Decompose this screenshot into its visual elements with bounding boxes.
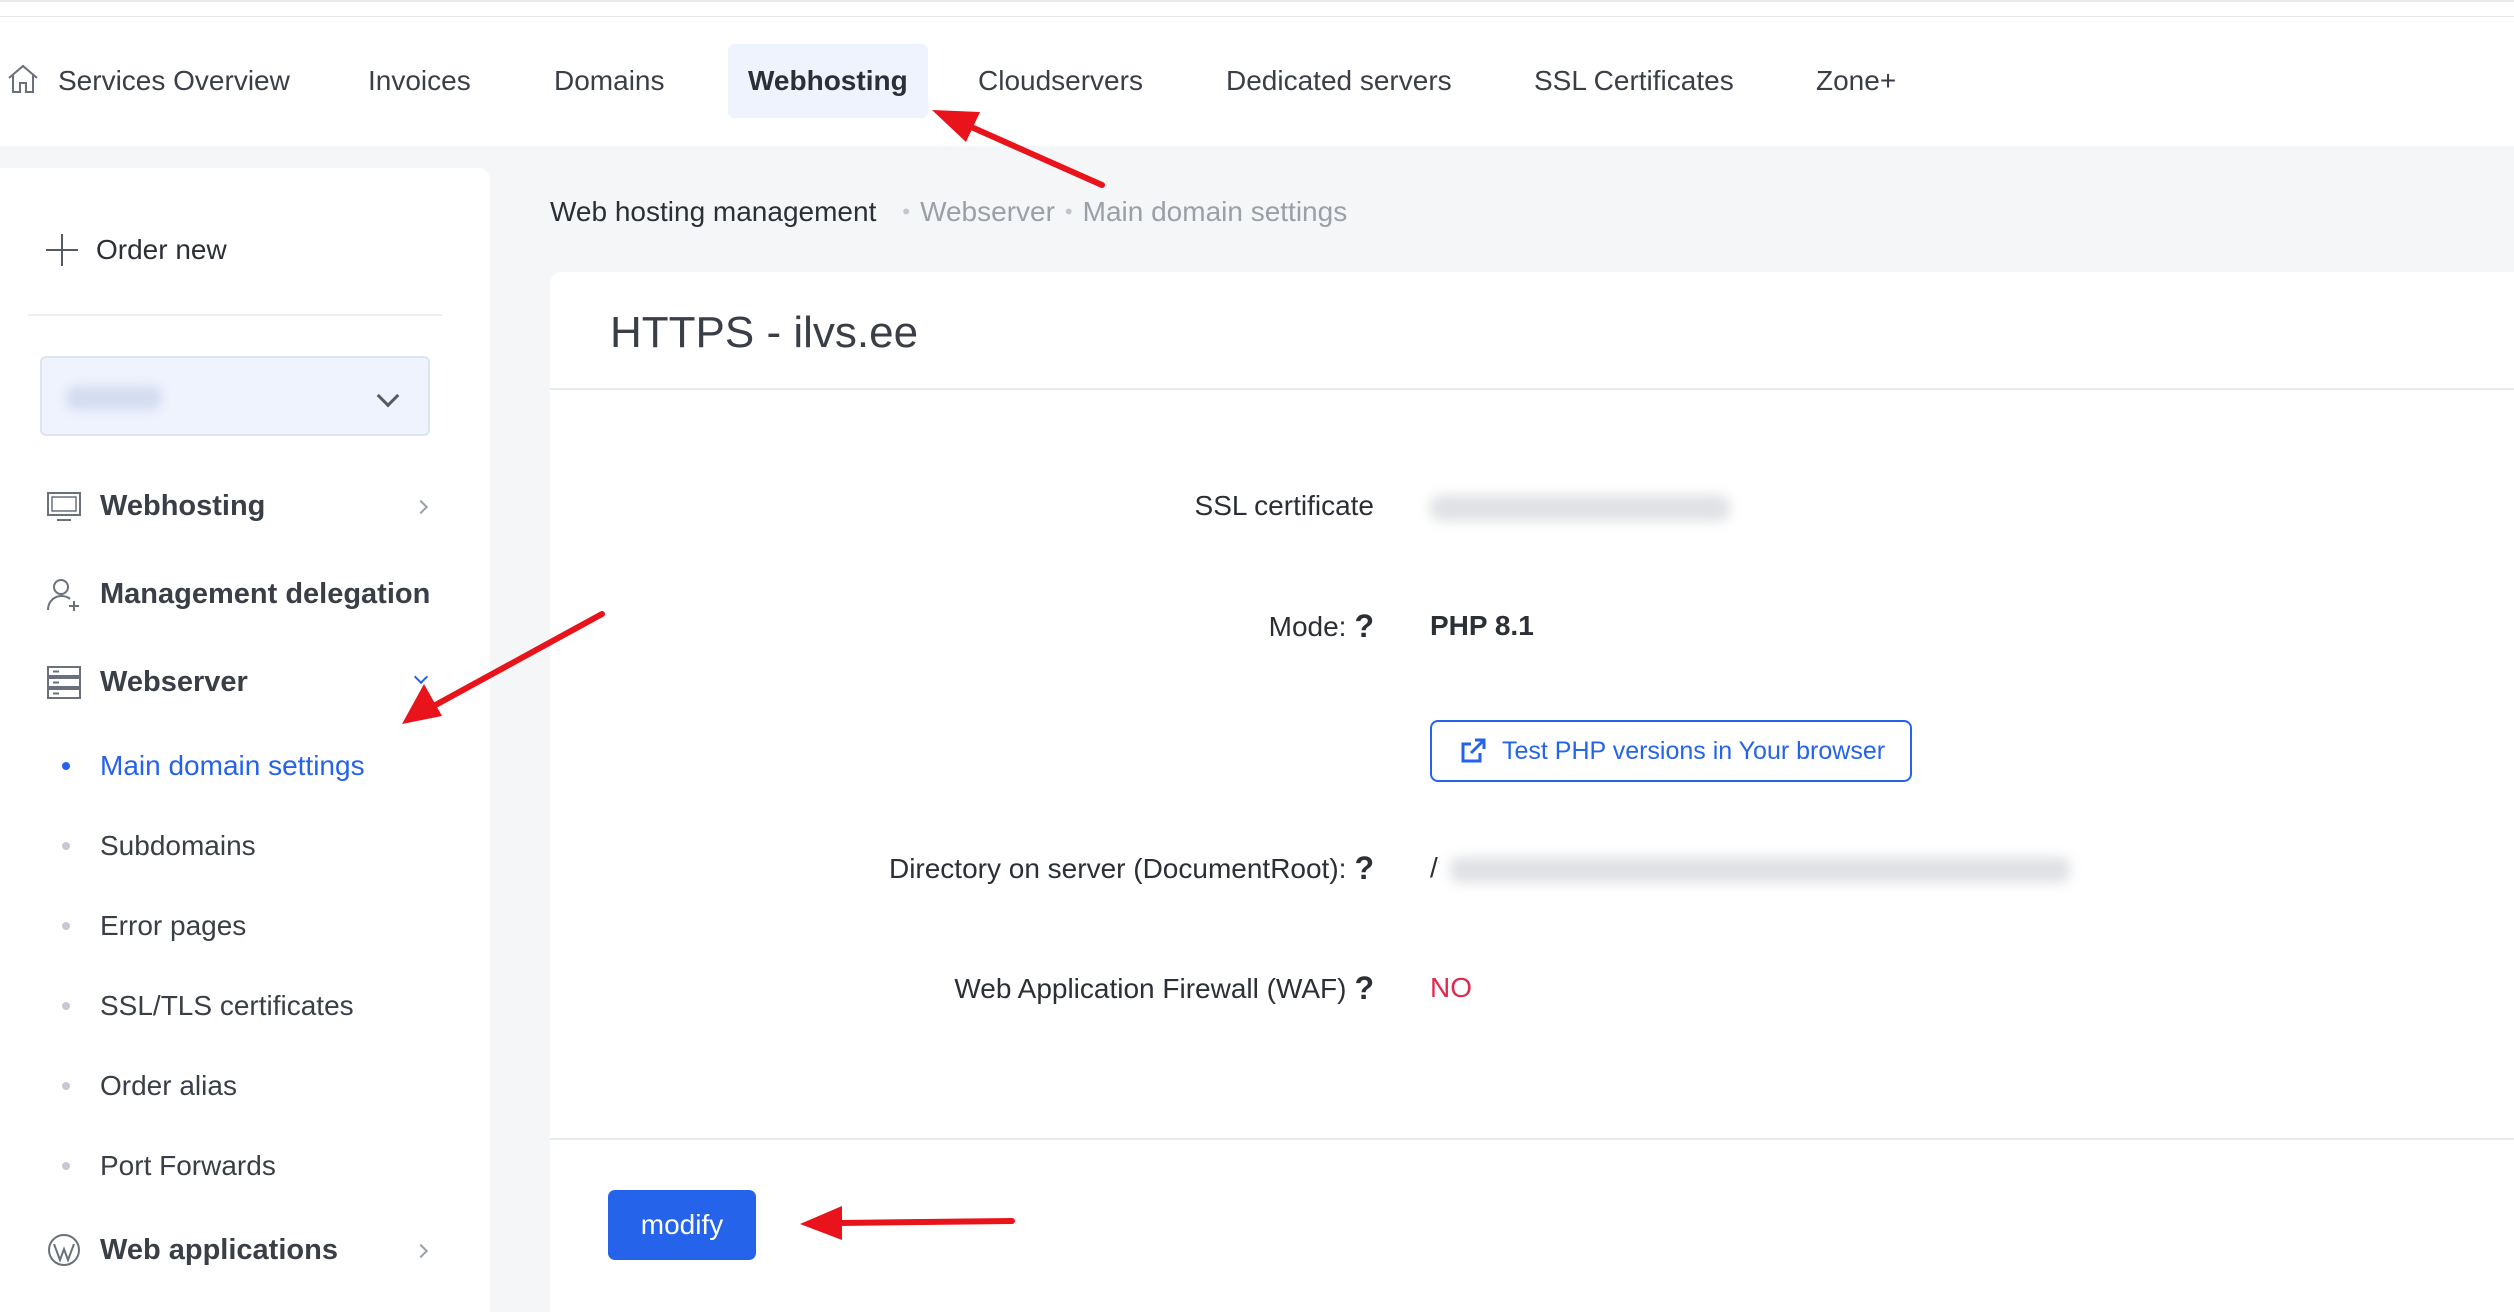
bullet-icon bbox=[62, 762, 70, 770]
bullet-icon bbox=[62, 842, 70, 850]
ssl-certificate-label: SSL certificate bbox=[1194, 490, 1374, 521]
server-icon bbox=[47, 666, 81, 699]
nav-services-overview[interactable]: Services Overview bbox=[38, 44, 310, 118]
help-icon[interactable]: ? bbox=[1354, 970, 1374, 1007]
document-root-label: Directory on server (DocumentRoot): ? bbox=[888, 850, 1374, 887]
sidebar: Order new Webhosting Management delegati… bbox=[0, 168, 490, 1312]
sidebar-item-management-delegation[interactable]: Management delegation bbox=[44, 570, 430, 618]
bullet-icon bbox=[62, 922, 70, 930]
mode-label: Mode: ? bbox=[1268, 608, 1374, 645]
sidebar-item-label: Management delegation bbox=[100, 577, 431, 610]
nav-cloudservers[interactable]: Cloudservers bbox=[958, 44, 1163, 118]
breadcrumb-separator: • bbox=[902, 199, 911, 224]
sidebar-item-webserver[interactable]: Webserver bbox=[44, 658, 248, 706]
settings-card: HTTPS - ilvs.ee SSL certificate Mode: ? … bbox=[550, 272, 2514, 1312]
monitor-icon bbox=[47, 492, 81, 521]
sidebar-divider bbox=[28, 314, 442, 316]
submenu-item-ssl-tls-certificates[interactable]: SSL/TLS certificates bbox=[62, 984, 354, 1028]
submenu-item-label: Port Forwards bbox=[100, 1150, 276, 1181]
page-title: HTTPS - ilvs.ee bbox=[610, 308, 919, 357]
submenu-item-label: Subdomains bbox=[100, 830, 256, 861]
sidebar-item-web-applications[interactable]: Web applications bbox=[44, 1226, 338, 1274]
submenu-item-label: Main domain settings bbox=[100, 750, 365, 781]
waf-label: Web Application Firewall (WAF) ? bbox=[954, 970, 1374, 1007]
bullet-icon bbox=[62, 1162, 70, 1170]
submenu-item-main-domain-settings[interactable]: Main domain settings bbox=[62, 744, 365, 788]
submenu-item-label: Error pages bbox=[100, 910, 247, 941]
sidebar-item-label: Webserver bbox=[100, 665, 248, 698]
submenu-item-order-alias[interactable]: Order alias bbox=[62, 1064, 237, 1108]
mode-value: PHP 8.1 bbox=[1430, 610, 1534, 641]
external-link-icon bbox=[1461, 738, 1486, 763]
ssl-certificate-redacted bbox=[1430, 494, 1730, 521]
submenu-item-label: SSL/TLS certificates bbox=[100, 990, 354, 1021]
top-divider bbox=[0, 16, 2514, 17]
submenu-item-label: Order alias bbox=[100, 1070, 237, 1101]
card-divider bbox=[550, 1138, 2514, 1140]
chevron-down-icon bbox=[376, 384, 400, 408]
selector-value-redacted bbox=[66, 386, 162, 410]
home-icon[interactable] bbox=[6, 62, 40, 96]
chevron-right-icon bbox=[413, 1243, 429, 1259]
nav-webhosting[interactable]: Webhosting bbox=[728, 44, 928, 118]
sidebar-item-label: Web applications bbox=[100, 1233, 338, 1266]
breadcrumb-current: Main domain settings bbox=[1082, 196, 1348, 227]
order-new-button[interactable]: Order new bbox=[44, 230, 227, 270]
submenu-item-port-forwards[interactable]: Port Forwards bbox=[62, 1144, 276, 1188]
nav-invoices[interactable]: Invoices bbox=[348, 44, 491, 118]
nav-zone-plus[interactable]: Zone+ bbox=[1796, 44, 1916, 118]
test-php-versions-label: Test PHP versions in Your browser bbox=[1502, 736, 1886, 765]
breadcrumb: Web hosting management • Webserver • Mai… bbox=[550, 196, 1347, 228]
waf-value: NO bbox=[1430, 972, 1472, 1003]
document-root-value: / bbox=[1430, 852, 2070, 884]
test-php-versions-button[interactable]: Test PHP versions in Your browser bbox=[1430, 720, 1912, 782]
plus-icon bbox=[44, 232, 80, 268]
submenu-item-subdomains[interactable]: Subdomains bbox=[62, 824, 256, 868]
breadcrumb-webserver[interactable]: Webserver bbox=[920, 196, 1055, 228]
sidebar-item-webhosting[interactable]: Webhosting bbox=[44, 482, 265, 530]
nav-ssl-certificates[interactable]: SSL Certificates bbox=[1514, 44, 1754, 118]
submenu-item-error-pages[interactable]: Error pages bbox=[62, 904, 246, 948]
chevron-down-icon bbox=[413, 669, 429, 685]
wordpress-icon bbox=[48, 1234, 80, 1266]
document-root-redacted bbox=[1449, 856, 2070, 883]
breadcrumb-root[interactable]: Web hosting management bbox=[550, 196, 876, 228]
bullet-icon bbox=[62, 1002, 70, 1010]
service-selector[interactable] bbox=[40, 356, 430, 436]
ssl-certificate-value bbox=[1430, 490, 1730, 522]
order-new-label: Order new bbox=[96, 234, 227, 265]
chevron-right-icon bbox=[413, 499, 429, 515]
card-divider bbox=[550, 388, 2514, 390]
user-plus-icon bbox=[47, 579, 79, 611]
modify-button[interactable]: modify bbox=[608, 1190, 756, 1260]
help-icon[interactable]: ? bbox=[1354, 608, 1374, 645]
help-icon[interactable]: ? bbox=[1354, 850, 1374, 887]
sidebar-item-label: Webhosting bbox=[100, 489, 266, 522]
bullet-icon bbox=[62, 1082, 70, 1090]
breadcrumb-separator: • bbox=[1064, 199, 1073, 224]
nav-domains[interactable]: Domains bbox=[534, 44, 684, 118]
nav-dedicated-servers[interactable]: Dedicated servers bbox=[1206, 44, 1472, 118]
